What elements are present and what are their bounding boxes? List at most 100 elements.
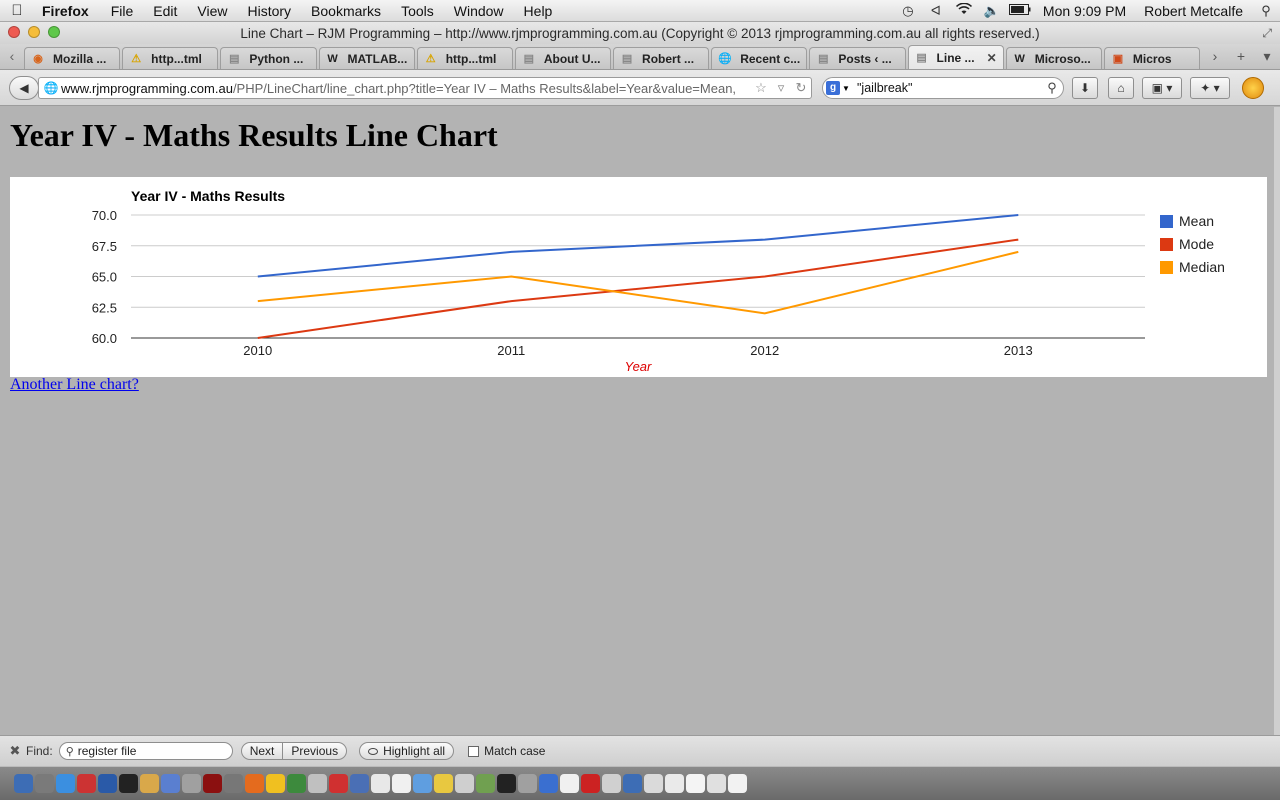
screenshot-addon-button[interactable]: ▣ ▾ xyxy=(1142,77,1182,99)
dock-app-icon[interactable] xyxy=(686,774,705,793)
menu-app-name[interactable]: Firefox xyxy=(34,3,101,19)
tab-2[interactable]: ▤ Python ... xyxy=(220,47,317,69)
fullscreen-icon[interactable]: ⤢ xyxy=(1262,26,1272,41)
dock-app-icon[interactable] xyxy=(623,774,642,793)
find-next-button[interactable]: Next xyxy=(240,742,284,760)
dock-app-icon[interactable] xyxy=(644,774,663,793)
dock-app-icon[interactable] xyxy=(140,774,159,793)
dock-app-icon[interactable] xyxy=(14,774,33,793)
menu-history[interactable]: History xyxy=(237,3,301,19)
window-zoom-button[interactable] xyxy=(48,26,60,38)
tab-list-icon[interactable]: ▾ xyxy=(1254,48,1280,65)
menubar-user[interactable]: Robert Metcalfe xyxy=(1135,3,1252,19)
dock-app-icon[interactable] xyxy=(245,774,264,793)
highlight-all-button[interactable]: Highlight all xyxy=(359,742,455,760)
tab-4[interactable]: ⚠ http...tml xyxy=(416,47,513,69)
dock-app-icon[interactable] xyxy=(119,774,138,793)
dock-app-icon[interactable] xyxy=(413,774,432,793)
dock-app-icon[interactable] xyxy=(497,774,516,793)
find-close-icon[interactable]: ✖ xyxy=(4,743,26,759)
menu-edit[interactable]: Edit xyxy=(143,3,187,19)
url-history-dropdown-icon[interactable]: ▿ xyxy=(771,80,791,96)
dock-app-icon[interactable] xyxy=(203,774,222,793)
dock-app-icon[interactable] xyxy=(707,774,726,793)
match-case-checkbox[interactable] xyxy=(468,745,480,757)
dock-app-icon[interactable] xyxy=(560,774,579,793)
dock-app-icon[interactable] xyxy=(287,774,306,793)
tab-5[interactable]: ▤ About U... xyxy=(514,47,612,69)
dock-app-icon[interactable] xyxy=(455,774,474,793)
tab-close-icon[interactable]: ✕ xyxy=(987,51,997,65)
dock-app-icon[interactable] xyxy=(581,774,600,793)
dock-app-icon[interactable] xyxy=(77,774,96,793)
addon-menu-button[interactable]: ✦ ▾ xyxy=(1190,77,1230,99)
battery-icon[interactable] xyxy=(1006,3,1034,18)
dock-app-icon[interactable] xyxy=(728,774,747,793)
dock-app-icon[interactable] xyxy=(182,774,201,793)
dock-app-icon[interactable] xyxy=(434,774,453,793)
search-bar[interactable]: g ▼ "jailbreak" ⚲ xyxy=(822,77,1064,99)
dock-app-icon[interactable] xyxy=(266,774,285,793)
tab-7[interactable]: 🌐 Recent c... xyxy=(711,47,808,69)
warning-icon: ⚠ xyxy=(131,53,142,65)
menu-help[interactable]: Help xyxy=(514,3,563,19)
another-line-chart-link[interactable]: Another Line chart? xyxy=(10,376,139,394)
tab-0[interactable]: ◉ Mozilla ... xyxy=(24,47,121,69)
dock-app-icon[interactable] xyxy=(476,774,495,793)
volume-icon[interactable]: 🔈 xyxy=(978,3,1006,19)
new-tab-icon[interactable]: + xyxy=(1228,48,1254,64)
menu-view[interactable]: View xyxy=(187,3,237,19)
menu-file[interactable]: File xyxy=(101,3,144,19)
dock-app-icon[interactable] xyxy=(224,774,243,793)
dock-app-icon[interactable] xyxy=(329,774,348,793)
dock-app-icon[interactable] xyxy=(665,774,684,793)
tab-scroll-right-icon[interactable]: › xyxy=(1202,48,1228,64)
tab-scroll-left-icon[interactable]: ‹ xyxy=(0,43,24,69)
home-button[interactable]: ⌂ xyxy=(1108,77,1134,99)
bookmark-star-icon[interactable]: ☆ xyxy=(751,80,771,96)
dock-app-icon[interactable] xyxy=(602,774,621,793)
search-input[interactable]: "jailbreak" xyxy=(853,81,1041,95)
menu-bookmarks[interactable]: Bookmarks xyxy=(301,3,391,19)
menu-tools[interactable]: Tools xyxy=(391,3,444,19)
wifi-icon[interactable] xyxy=(950,2,978,18)
spotlight-search-icon[interactable]: ⚲ xyxy=(1252,3,1280,19)
dock-app-icon[interactable] xyxy=(35,774,54,793)
bluetooth-icon[interactable]: ᐊ xyxy=(922,3,950,19)
dock-app-icon[interactable] xyxy=(56,774,75,793)
search-engine-icon[interactable]: g ▼ xyxy=(823,81,853,95)
vertical-scrollbar[interactable] xyxy=(1274,107,1280,735)
dock-app-icon[interactable] xyxy=(350,774,369,793)
dock-app-icon[interactable] xyxy=(161,774,180,793)
menubar-clock[interactable]: Mon 9:09 PM xyxy=(1034,3,1135,19)
tab-6[interactable]: ▤ Robert ... xyxy=(613,47,710,69)
dock-app-icon[interactable] xyxy=(518,774,537,793)
time-machine-icon[interactable]: ◷ xyxy=(894,3,922,19)
search-magnifier-icon[interactable]: ⚲ xyxy=(1041,80,1063,96)
url-bar[interactable]: 🌐 www.rjmprogramming.com.au/PHP/LineChar… xyxy=(38,77,812,99)
tab-9[interactable]: ▤ Line ... ✕ xyxy=(907,45,1004,69)
find-input[interactable]: ⚲ register file xyxy=(58,742,233,760)
firefox-icon: ◉ xyxy=(33,53,43,65)
window-minimize-button[interactable] xyxy=(28,26,40,38)
site-identity-icon[interactable]: 🌐 xyxy=(41,81,61,95)
back-button[interactable]: ◀ xyxy=(9,76,39,100)
find-previous-button[interactable]: Previous xyxy=(283,742,348,760)
dock-app-icon[interactable] xyxy=(371,774,390,793)
reload-icon[interactable]: ↻ xyxy=(791,80,811,96)
tab-10[interactable]: W Microso... xyxy=(1005,47,1102,69)
tab-3[interactable]: W MATLAB... xyxy=(318,47,415,69)
window-close-button[interactable] xyxy=(8,26,20,38)
tab-1[interactable]: ⚠ http...tml xyxy=(122,47,219,69)
downloads-button[interactable]: ⬇ xyxy=(1072,77,1098,99)
menu-window[interactable]: Window xyxy=(444,3,514,19)
apple-menu-icon[interactable]:  xyxy=(0,2,34,19)
addon-sun-icon[interactable] xyxy=(1242,77,1264,99)
tab-11[interactable]: ▣ Micros xyxy=(1103,47,1201,69)
tab-8[interactable]: ▤ Posts ‹ ... xyxy=(809,47,906,69)
url-text[interactable]: www.rjmprogramming.com.au/PHP/LineChart/… xyxy=(61,81,751,96)
dock-app-icon[interactable] xyxy=(308,774,327,793)
dock-app-icon[interactable] xyxy=(539,774,558,793)
dock-app-icon[interactable] xyxy=(392,774,411,793)
dock-app-icon[interactable] xyxy=(98,774,117,793)
